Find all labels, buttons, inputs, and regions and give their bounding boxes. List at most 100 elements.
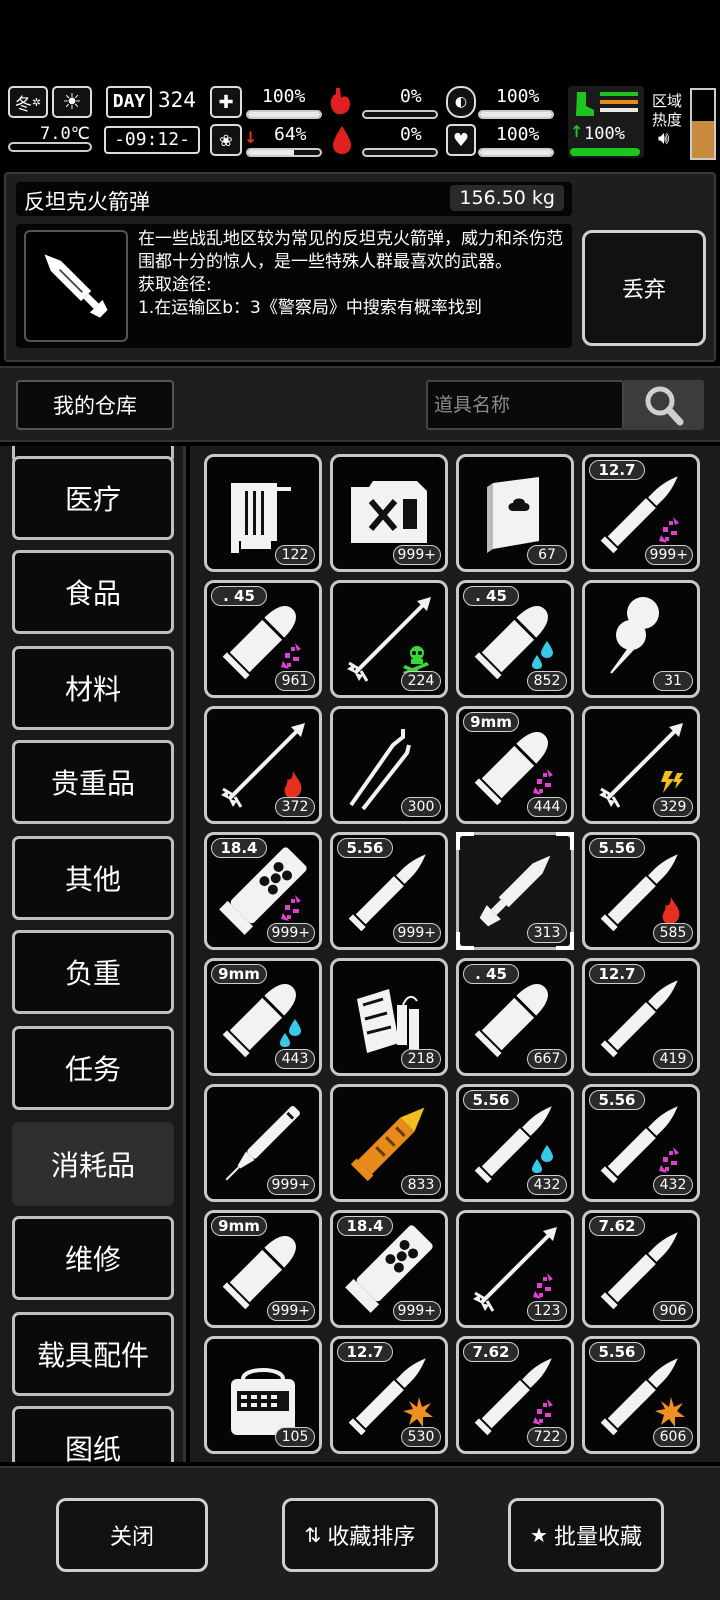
item-description-box[interactable]: 在一些战乱地区较为常见的反坦克火箭弹，威力和杀伤范围都十分的惊人，是一些特殊人群… xyxy=(16,224,572,348)
inventory-slot[interactable]: 5.56 606 xyxy=(582,1336,700,1454)
stamina-bar xyxy=(478,110,554,119)
item-count-badge: 218 xyxy=(401,1049,441,1069)
sidebar-scrollbar[interactable] xyxy=(183,446,186,1462)
volume-icon[interactable]: 🔊︎ xyxy=(658,128,669,149)
inventory-slot[interactable]: 7.62 722 xyxy=(456,1336,574,1454)
item-search-input[interactable] xyxy=(426,380,624,430)
item-count-badge: 444 xyxy=(527,797,567,817)
inventory-slot[interactable]: 18.4 999+ xyxy=(330,1210,448,1328)
health-value: 100% xyxy=(262,86,306,107)
item-description-text: 在一些战乱地区较为常见的反坦克火箭弹，威力和杀伤范围都十分的惊人，是一些特殊人群… xyxy=(138,229,563,272)
item-count-badge: 999+ xyxy=(644,545,693,565)
inventory-slot[interactable]: 5.56 585 xyxy=(582,832,700,950)
sun-icon: ☀ xyxy=(52,86,92,118)
category-sidebar[interactable]: 医疗食品材料贵重品其他负重任务消耗品维修载具配件图纸 xyxy=(0,446,186,1462)
inventory-slot[interactable]: 67 xyxy=(456,454,574,572)
item-count-badge: 122 xyxy=(275,545,315,565)
close-button[interactable]: 关闭 xyxy=(56,1498,208,1572)
inventory-slot[interactable]: 12.7 530 xyxy=(330,1336,448,1454)
caliber-badge: 9mm xyxy=(211,1216,267,1236)
item-description: 在一些战乱地区较为常见的反坦克火箭弹，威力和杀伤范围都十分的惊人，是一些特殊人群… xyxy=(138,228,564,320)
caliber-badge: 9mm xyxy=(211,964,267,984)
season-badge: 冬 ✲ xyxy=(8,86,48,118)
inventory-slot[interactable]: 123 xyxy=(456,1210,574,1328)
inventory-slot[interactable]: . 45 852 xyxy=(456,580,574,698)
category-button[interactable]: 医疗 xyxy=(12,456,174,540)
category-button[interactable]: 图纸 xyxy=(12,1406,174,1462)
selection-corner xyxy=(556,932,574,950)
inventory-slot[interactable]: 9mm 444 xyxy=(456,706,574,824)
category-label: 图纸 xyxy=(64,1433,121,1462)
item-count-badge: 999+ xyxy=(392,545,441,565)
health-bar xyxy=(246,110,322,119)
day-badge: DAY xyxy=(106,86,152,118)
caliber-badge: 5.56 xyxy=(463,1090,519,1110)
search-button[interactable] xyxy=(624,380,704,430)
category-button[interactable]: 材料 xyxy=(12,646,174,730)
inventory-slot[interactable]: 18.4 999+ xyxy=(204,832,322,950)
caliber-badge: 18.4 xyxy=(211,838,267,858)
inventory-slot[interactable]: 372 xyxy=(204,706,322,824)
item-count-badge: 606 xyxy=(653,1427,693,1447)
inventory-slot[interactable]: 9mm 443 xyxy=(204,958,322,1076)
sort-favorites-label: 收藏排序 xyxy=(327,1525,416,1550)
item-detail-panel: 反坦克火箭弹 156.50 kg 在一些战乱地区较为常见的反坦克火箭弹，威力和杀… xyxy=(4,172,716,362)
inventory-slot[interactable]: 5.56 999+ xyxy=(330,832,448,950)
category-label: 其他 xyxy=(64,863,121,896)
inventory-slot[interactable]: 5.56 432 xyxy=(456,1084,574,1202)
batch-favorite-button[interactable]: ★ 批量收藏 xyxy=(508,1498,664,1572)
category-button[interactable]: 维修 xyxy=(12,1216,174,1300)
inventory-slot[interactable]: 999+ xyxy=(204,1084,322,1202)
inventory-slot[interactable]: . 45 961 xyxy=(204,580,322,698)
hunger-value: 0% xyxy=(400,86,422,107)
item-count-badge: 961 xyxy=(275,671,315,691)
discard-button[interactable]: 丢弃 xyxy=(582,230,706,346)
inventory-slot[interactable]: 105 xyxy=(204,1336,322,1454)
down-arrow-icon: ↓ xyxy=(244,128,258,147)
hunger-bar xyxy=(362,110,438,119)
category-label: 贵重品 xyxy=(50,767,135,800)
caliber-badge: 12.7 xyxy=(589,460,645,480)
item-count-badge: 419 xyxy=(653,1049,693,1069)
inventory-slot[interactable]: 12.7 999+ xyxy=(582,454,700,572)
item-name: 反坦克火箭弹 xyxy=(24,190,150,214)
inventory-slot[interactable]: 9mm 999+ xyxy=(204,1210,322,1328)
inventory-slot[interactable]: 833 xyxy=(330,1084,448,1202)
item-count-badge: 667 xyxy=(527,1049,567,1069)
category-button[interactable]: 贵重品 xyxy=(12,740,174,824)
inventory-slot[interactable]: 999+ xyxy=(330,454,448,572)
category-button[interactable]: 负重 xyxy=(12,930,174,1014)
inventory-slot[interactable]: 300 xyxy=(330,706,448,824)
caliber-badge: 5.56 xyxy=(589,1342,645,1362)
category-button[interactable]: 食品 xyxy=(12,550,174,634)
inventory-slot[interactable]: . 45 667 xyxy=(456,958,574,1076)
inventory-grid[interactable]: 122 999+ 67 12.7 999+ . 45 961 224 . 45 852 31 372 3… xyxy=(190,446,720,1462)
category-label: 载具配件 xyxy=(36,1339,149,1372)
item-count-badge: 999+ xyxy=(392,923,441,943)
selection-corner xyxy=(456,832,474,850)
category-button[interactable]: 任务 xyxy=(12,1026,174,1110)
category-label: 医疗 xyxy=(64,483,121,516)
caliber-badge: 18.4 xyxy=(337,1216,393,1236)
rocket-icon xyxy=(44,254,108,318)
heart-value: 100% xyxy=(496,124,540,145)
inventory-slot[interactable]: 122 xyxy=(204,454,322,572)
category-button[interactable]: 消耗品 xyxy=(12,1122,174,1206)
inventory-slot[interactable]: 224 xyxy=(330,580,448,698)
item-count-badge: 999+ xyxy=(392,1301,441,1321)
item-count-badge: 31 xyxy=(653,671,693,691)
mental-bar xyxy=(246,148,322,157)
my-warehouse-button[interactable]: 我的仓库 xyxy=(16,380,174,430)
inventory-slot[interactable]: 313 xyxy=(456,832,574,950)
inventory-slot[interactable]: 7.62 906 xyxy=(582,1210,700,1328)
category-button[interactable]: 其他 xyxy=(12,836,174,920)
temperature-readout: 7.0℃ xyxy=(40,124,90,144)
category-button[interactable]: 载具配件 xyxy=(12,1312,174,1396)
inventory-slot[interactable]: 12.7 419 xyxy=(582,958,700,1076)
inventory-slot[interactable]: 5.56 432 xyxy=(582,1084,700,1202)
selection-corner xyxy=(556,832,574,850)
inventory-slot[interactable]: 31 xyxy=(582,580,700,698)
inventory-slot[interactable]: 218 xyxy=(330,958,448,1076)
sort-favorites-button[interactable]: ⇅ 收藏排序 xyxy=(282,1498,438,1572)
inventory-slot[interactable]: 329 xyxy=(582,706,700,824)
